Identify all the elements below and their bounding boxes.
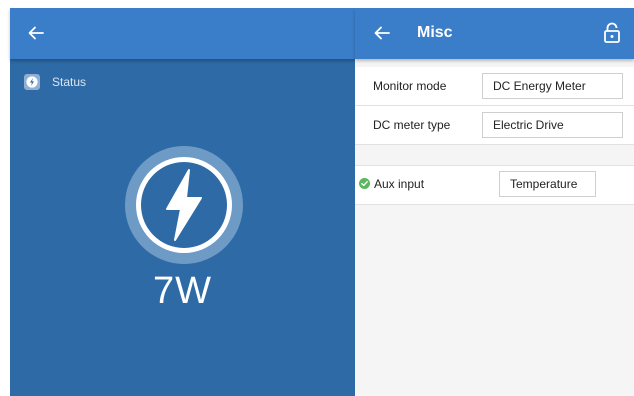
power-value: 7W xyxy=(153,270,212,312)
app-window: Status 7W Misc Monitor mode DC Energy Me… xyxy=(0,0,634,396)
monitor-mode-select[interactable]: DC Energy Meter xyxy=(482,73,623,99)
lightning-bolt-icon xyxy=(125,146,243,264)
aux-input-select[interactable]: Temperature xyxy=(499,171,596,197)
section-divider xyxy=(355,145,634,166)
check-circle-icon xyxy=(359,178,370,189)
left-header-bar xyxy=(10,8,355,59)
setting-row-monitor-mode[interactable]: Monitor mode DC Energy Meter xyxy=(355,67,634,106)
setting-row-dc-meter-type[interactable]: DC meter type Electric Drive xyxy=(355,106,634,145)
lightning-icon xyxy=(24,74,40,90)
padlock-open-icon[interactable] xyxy=(603,22,621,44)
status-panel: Status 7W xyxy=(10,8,355,396)
status-label: Status xyxy=(52,75,87,89)
setting-label: DC meter type xyxy=(373,118,451,132)
misc-panel: Misc Monitor mode DC Energy Meter DC met… xyxy=(355,8,634,396)
setting-row-aux-input[interactable]: Aux input Temperature xyxy=(355,166,634,205)
arrow-left-icon[interactable] xyxy=(372,23,392,43)
arrow-left-icon[interactable] xyxy=(26,23,46,43)
page-title: Misc xyxy=(417,24,453,41)
right-header-bar: Misc xyxy=(355,8,634,59)
setting-label: Monitor mode xyxy=(373,79,447,93)
setting-label: Aux input xyxy=(374,177,425,191)
settings-list: Monitor mode DC Energy Meter DC meter ty… xyxy=(355,59,634,205)
dc-meter-type-select[interactable]: Electric Drive xyxy=(482,112,623,138)
status-header: Status xyxy=(24,74,86,90)
